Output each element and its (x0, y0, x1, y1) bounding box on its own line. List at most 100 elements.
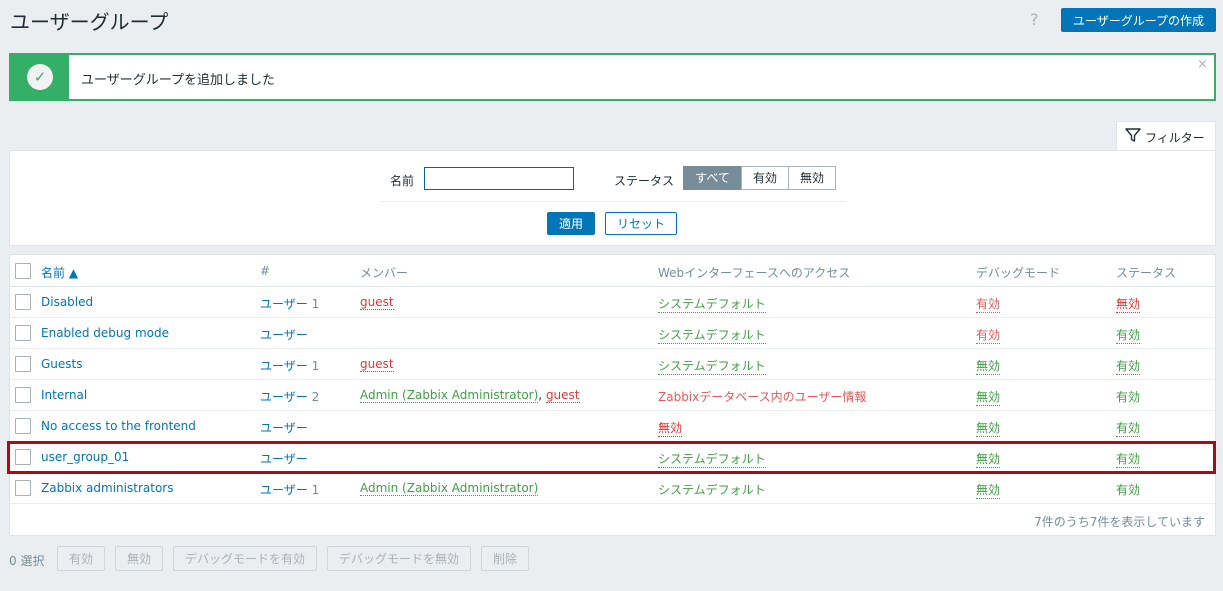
mass-disable-button[interactable]: 無効 (115, 546, 163, 571)
users-link[interactable]: ユーザー (260, 390, 308, 404)
frontend-access-cell[interactable]: システムデフォルト (658, 481, 766, 498)
apply-button[interactable]: 適用 (547, 212, 595, 235)
name-filter-input[interactable] (424, 167, 574, 190)
table-row: Guests ユーザー 1 guest システムデフォルト 無効 有効 (10, 349, 1215, 380)
column-header-members: メンバー (360, 266, 409, 280)
users-count: 2 (311, 390, 320, 404)
filter-tab-label: フィルター (1145, 131, 1205, 145)
group-name-link[interactable]: Disabled (41, 295, 93, 309)
table-footer-count: 7件のうち7件を表示しています (1034, 515, 1205, 529)
select-all-checkbox[interactable] (15, 263, 31, 279)
members-cell: Admin (Zabbix Administrator), guest (360, 388, 580, 403)
users-cell: ユーザー (260, 419, 308, 436)
frontend-access-cell[interactable]: システムデフォルト (658, 295, 766, 313)
users-link[interactable]: ユーザー (260, 421, 308, 435)
users-count: 1 (311, 359, 320, 373)
frontend-access-cell[interactable]: システムデフォルト (658, 357, 766, 375)
users-cell: ユーザー 1 (260, 295, 319, 312)
name-filter-label: 名前 (390, 174, 415, 188)
check-icon: ✓ (27, 64, 53, 90)
group-name-link[interactable]: Enabled debug mode (41, 326, 169, 340)
row-checkbox[interactable] (15, 294, 31, 310)
filter-divider (380, 201, 846, 202)
selected-count: 0 選択 (9, 554, 45, 568)
mass-disable-debug-button[interactable]: デバッグモードを無効 (327, 546, 471, 571)
members-cell: Admin (Zabbix Administrator) (360, 481, 539, 496)
mass-enable-button[interactable]: 有効 (57, 546, 105, 571)
row-checkbox[interactable] (15, 387, 31, 403)
member-link[interactable]: Admin (Zabbix Administrator) (360, 388, 539, 403)
page-title: ユーザーグループ (10, 10, 169, 34)
group-name-link[interactable]: user_group_01 (41, 450, 129, 464)
row-checkbox[interactable] (15, 356, 31, 372)
members-cell: guest (360, 357, 394, 372)
mass-enable-debug-button[interactable]: デバッグモードを有効 (173, 546, 317, 571)
column-header-frontend-access: Webインターフェースへのアクセス (658, 266, 851, 280)
users-cell: ユーザー 1 (260, 481, 319, 498)
member-link[interactable]: guest (545, 388, 580, 403)
member-link[interactable]: Admin (Zabbix Administrator) (360, 481, 539, 496)
column-header-status: ステータス (1116, 266, 1177, 280)
row-checkbox[interactable] (15, 449, 31, 465)
close-icon[interactable]: × (1197, 57, 1208, 72)
frontend-access-cell[interactable]: システムデフォルト (658, 450, 766, 468)
row-checkbox[interactable] (15, 325, 31, 341)
table-row: Zabbix administrators ユーザー 1 Admin (Zabbix… (10, 473, 1215, 504)
frontend-access-cell[interactable]: システムデフォルト (658, 326, 766, 344)
group-name-link[interactable]: Zabbix administrators (41, 481, 173, 495)
frontend-access-cell[interactable]: 無効 (658, 419, 683, 437)
status-filter-disabled[interactable]: 無効 (788, 166, 836, 190)
table-row: Internal ユーザー 2 Admin (Zabbix Administrato… (10, 380, 1215, 411)
group-name-link[interactable]: Guests (41, 357, 83, 371)
reset-button[interactable]: リセット (605, 212, 677, 235)
user-groups-table: 名前 ▲ # メンバー Webインターフェースへのアクセス デバッグモード ステ… (9, 254, 1216, 536)
success-icon-box: ✓ (11, 55, 69, 99)
row-checkbox[interactable] (15, 480, 31, 496)
debug-mode-toggle[interactable]: 無効 (976, 481, 1001, 499)
status-toggle[interactable]: 有効 (1116, 481, 1140, 498)
debug-mode-toggle[interactable]: 有効 (976, 326, 1001, 344)
member-link[interactable]: guest (360, 357, 394, 372)
users-link[interactable]: ユーザー (260, 452, 308, 466)
create-user-group-button[interactable]: ユーザーグループの作成 (1061, 8, 1216, 32)
status-toggle[interactable]: 有効 (1116, 450, 1141, 468)
users-cell: ユーザー 2 (260, 388, 319, 405)
member-link[interactable]: guest (360, 295, 394, 310)
users-cell: ユーザー 1 (260, 357, 319, 374)
status-toggle[interactable]: 有効 (1116, 357, 1141, 375)
status-toggle[interactable]: 有効 (1116, 419, 1141, 437)
table-row: Enabled debug mode ユーザー システムデフォルト 有効 有効 (10, 318, 1215, 349)
users-link[interactable]: ユーザー (260, 483, 308, 497)
users-cell: ユーザー (260, 326, 308, 343)
help-icon[interactable]: ? (1030, 10, 1039, 29)
debug-mode-toggle[interactable]: 無効 (976, 450, 1001, 468)
frontend-access-cell[interactable]: Zabbixデータベース内のユーザー情報 (658, 388, 866, 405)
debug-mode-toggle[interactable]: 無効 (976, 388, 1001, 406)
status-toggle[interactable]: 有効 (1116, 326, 1141, 344)
group-name-link[interactable]: No access to the frontend (41, 419, 196, 433)
users-count: 1 (311, 297, 320, 311)
status-toggle[interactable]: 無効 (1116, 295, 1141, 313)
mass-actions-bar: 0 選択 有効 無効 デバッグモードを有効 デバッグモードを無効 削除 (0, 546, 1223, 572)
users-link[interactable]: ユーザー (260, 297, 308, 311)
table-row: Disabled ユーザー 1 guest システムデフォルト 有効 無効 (10, 287, 1215, 318)
status-filter-label: ステータス (614, 174, 675, 188)
group-name-link[interactable]: Internal (41, 388, 87, 402)
users-link[interactable]: ユーザー (260, 328, 308, 342)
success-message: ✓ ユーザーグループを追加しました × (9, 53, 1216, 101)
filter-icon (1125, 128, 1141, 142)
filter-tab[interactable]: フィルター (1116, 121, 1216, 151)
status-filter-all[interactable]: すべて (683, 166, 742, 190)
column-header-users: # (260, 264, 271, 278)
column-header-name[interactable]: 名前 ▲ (41, 264, 78, 281)
row-checkbox[interactable] (15, 418, 31, 434)
debug-mode-toggle[interactable]: 無効 (976, 357, 1001, 375)
users-cell: ユーザー (260, 450, 308, 467)
debug-mode-toggle[interactable]: 有効 (976, 295, 1001, 313)
users-link[interactable]: ユーザー (260, 359, 308, 373)
page-header: ユーザーグループ ? ユーザーグループの作成 (0, 0, 1223, 42)
debug-mode-toggle[interactable]: 無効 (976, 419, 1001, 437)
status-filter-enabled[interactable]: 有効 (741, 166, 789, 190)
status-toggle[interactable]: 有効 (1116, 388, 1140, 405)
mass-delete-button[interactable]: 削除 (481, 546, 529, 571)
